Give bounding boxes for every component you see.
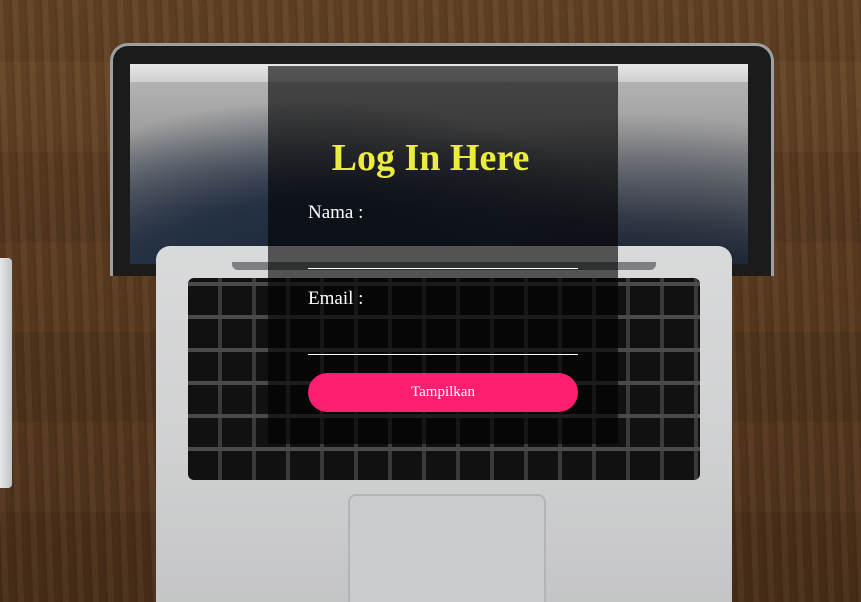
submit-button[interactable]: Tampilkan — [308, 373, 578, 412]
laptop-trackpad — [348, 494, 546, 602]
background-object — [0, 258, 12, 488]
email-input[interactable] — [308, 324, 578, 355]
page-title: Log In Here — [331, 137, 530, 179]
name-label: Nama : — [308, 202, 364, 223]
name-input[interactable] — [308, 238, 578, 269]
email-label: Email : — [308, 288, 364, 309]
